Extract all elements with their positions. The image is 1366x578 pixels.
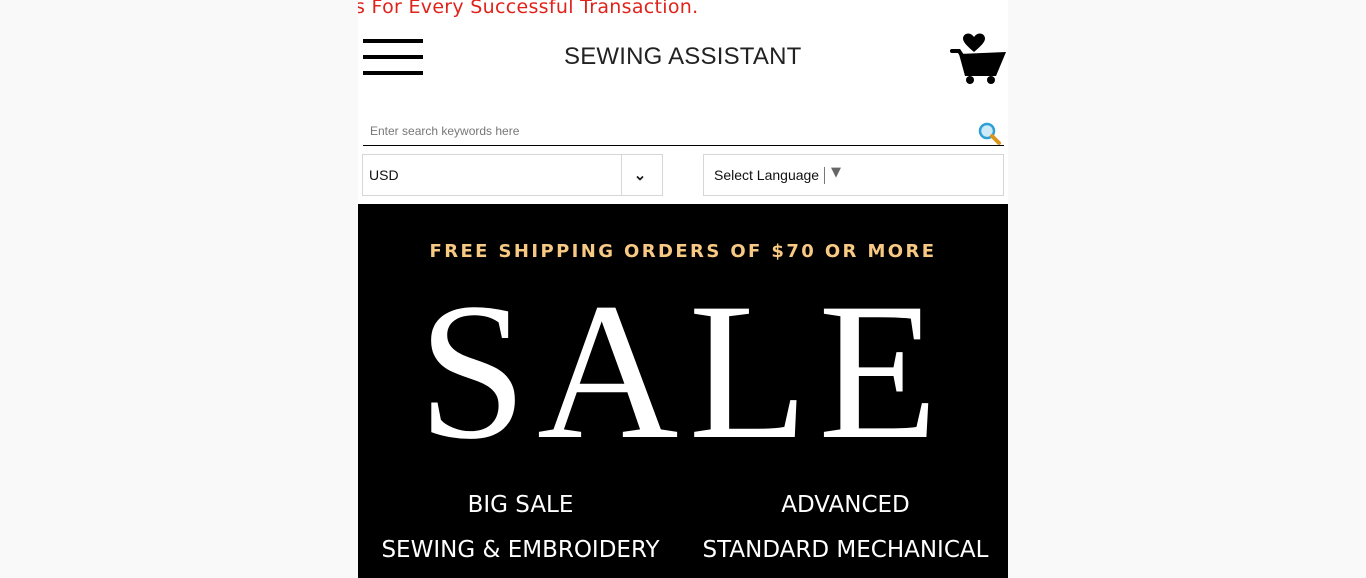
sale-headline: SALE <box>418 263 948 480</box>
announcement-marquee: s For Every Successful Transaction. <box>358 0 699 18</box>
dropdown-arrow-icon[interactable]: ▼ <box>831 165 841 180</box>
category-link-big-sale[interactable]: BIG SALE <box>358 492 683 518</box>
mobile-page: s For Every Successful Transaction. SEWI… <box>358 0 1008 578</box>
category-link-standard-mechanical[interactable]: STANDARD MECHANICAL <box>683 537 1008 563</box>
search-bar <box>363 118 1004 146</box>
language-label: Select Language <box>714 167 820 183</box>
cart-with-heart-icon[interactable] <box>950 30 1008 86</box>
language-separator <box>824 167 825 184</box>
site-logo[interactable]: SEWING ASSISTANT <box>564 43 801 71</box>
category-link-sewing-embroidery[interactable]: SEWING & EMBROIDERY <box>358 537 683 563</box>
search-input[interactable] <box>363 118 970 144</box>
language-select[interactable]: Select Language ▼ <box>703 154 1004 196</box>
hamburger-menu-icon[interactable] <box>363 37 423 79</box>
currency-select[interactable]: USD <box>362 154 663 196</box>
category-link-advanced[interactable]: ADVANCED <box>683 492 1008 518</box>
magnifier-icon[interactable] <box>977 121 1003 147</box>
chevron-down-icon[interactable] <box>634 169 646 181</box>
sale-banner[interactable]: FREE SHIPPING ORDERS OF $70 OR MORE SALE… <box>358 204 1008 578</box>
currency-value: USD <box>369 167 399 183</box>
free-shipping-text: FREE SHIPPING ORDERS OF $70 OR MORE <box>429 241 937 262</box>
currency-divider <box>621 155 622 195</box>
